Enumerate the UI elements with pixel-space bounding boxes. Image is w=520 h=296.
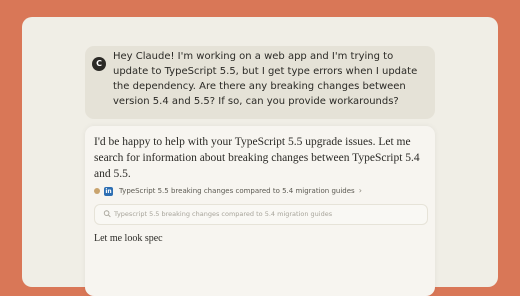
- user-avatar: C: [92, 57, 106, 71]
- site-favicon-icon: [94, 188, 100, 194]
- search-result-label: TypeScript 5.5 breaking changes compared…: [119, 187, 355, 195]
- chevron-right-icon: ›: [358, 186, 362, 195]
- assistant-message: I'd be happy to help with your TypeScrip…: [85, 126, 435, 296]
- user-message-text: Hey Claude! I'm working on a web app and…: [113, 51, 418, 107]
- assistant-intro-text: I'd be happy to help with your TypeScrip…: [94, 136, 420, 180]
- search-query-box: Typescript 5.5 breaking changes compared…: [94, 204, 428, 225]
- linkedin-icon: in: [104, 186, 113, 196]
- chat-window: C Hey Claude! I'm working on a web app a…: [22, 17, 498, 296]
- assistant-streaming-text: Let me look spec: [94, 233, 163, 244]
- search-result-row[interactable]: in TypeScript 5.5 breaking changes compa…: [94, 185, 362, 197]
- user-message: C Hey Claude! I'm working on a web app a…: [85, 46, 435, 119]
- search-query-text: Typescript 5.5 breaking changes compared…: [114, 210, 333, 218]
- search-icon: [103, 210, 111, 218]
